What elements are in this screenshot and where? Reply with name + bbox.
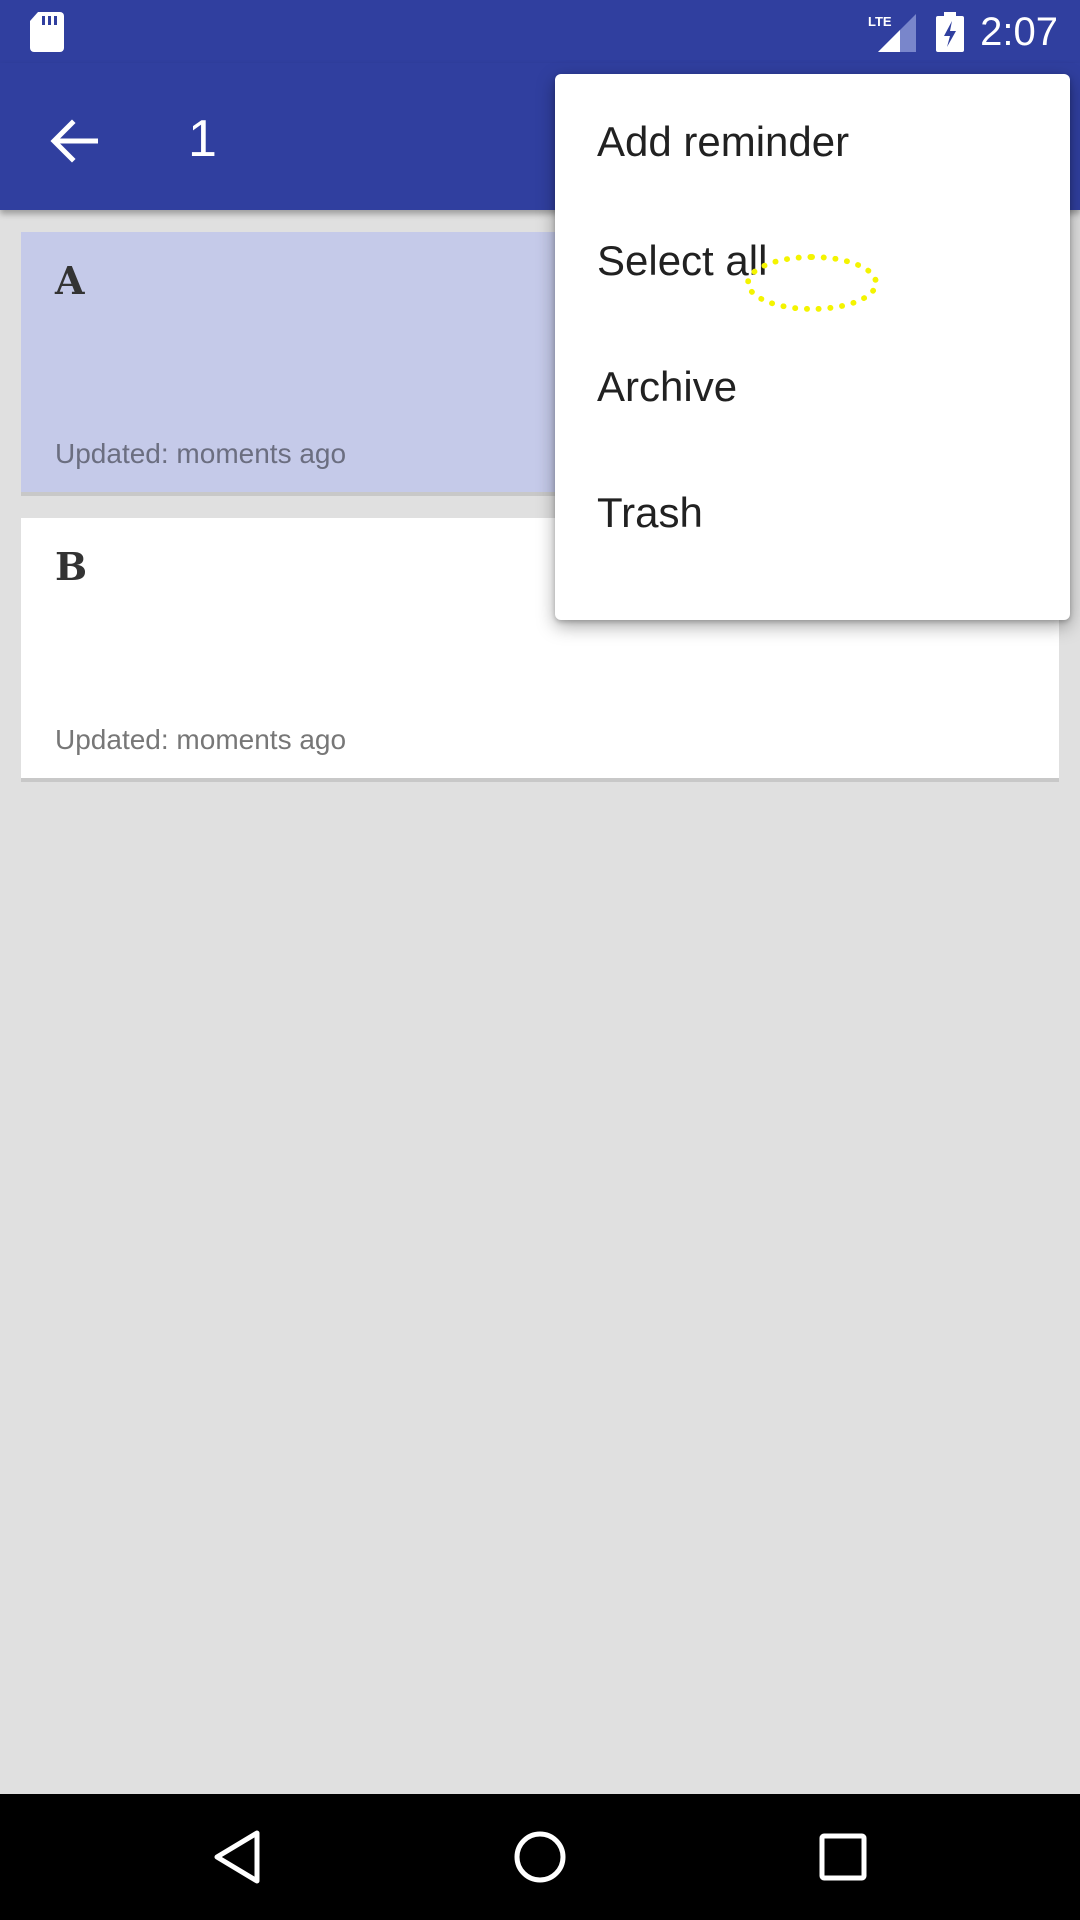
status-bar: LTE 2:07 bbox=[0, 0, 1080, 63]
nav-home-button[interactable] bbox=[505, 1822, 575, 1892]
back-button[interactable] bbox=[36, 103, 112, 179]
home-circle-icon bbox=[514, 1831, 566, 1883]
back-triangle-icon bbox=[214, 1830, 260, 1884]
recents-square-icon bbox=[819, 1833, 867, 1881]
navigation-bar bbox=[0, 1794, 1080, 1920]
sd-card-icon bbox=[30, 12, 64, 52]
status-icons: LTE 2:07 bbox=[868, 8, 1058, 56]
note-updated-text: Updated: moments ago bbox=[55, 438, 347, 469]
lte-signal-icon: LTE bbox=[868, 14, 917, 52]
note-title: B bbox=[55, 544, 88, 589]
battery-charging-icon bbox=[936, 12, 965, 52]
menu-item-trash[interactable]: Trash bbox=[555, 450, 1070, 576]
note-title: A bbox=[55, 258, 85, 303]
nav-back-button[interactable] bbox=[202, 1822, 272, 1892]
note-updated-text: Updated: moments ago bbox=[55, 724, 347, 755]
status-clock: 2:07 bbox=[980, 9, 1058, 54]
nav-recents-button[interactable] bbox=[808, 1822, 878, 1892]
menu-item-add-reminder[interactable]: Add reminder bbox=[555, 108, 1070, 198]
menu-item-archive[interactable]: Archive bbox=[555, 324, 1070, 450]
selection-count: 1 bbox=[188, 110, 217, 168]
network-type: LTE bbox=[868, 14, 892, 29]
overflow-menu: Add reminder Select all Archive Trash bbox=[555, 74, 1070, 620]
touch-indicator bbox=[745, 254, 879, 312]
arrow-back-icon bbox=[50, 119, 98, 163]
